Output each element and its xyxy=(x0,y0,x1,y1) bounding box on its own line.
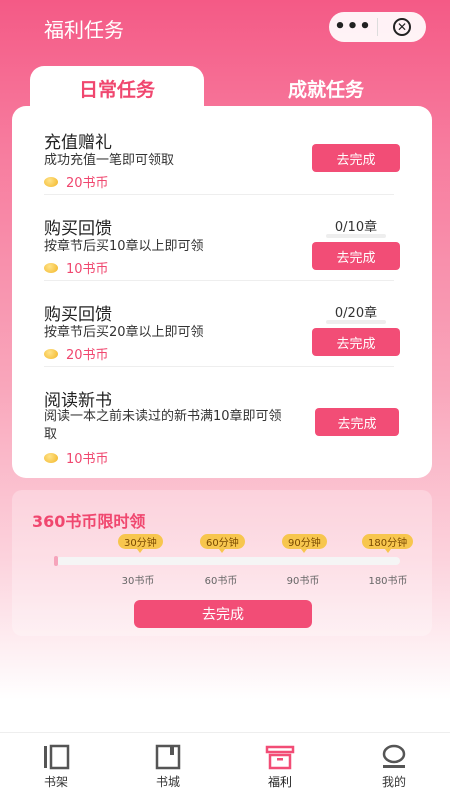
milestone-reward-label: 60书币 xyxy=(204,576,238,587)
task-title: 购买回馈 xyxy=(44,219,112,239)
go-complete-button[interactable]: 去完成 xyxy=(312,242,400,270)
bookstore-icon xyxy=(155,744,181,770)
tabbar-item-welfare[interactable]: 福利 xyxy=(224,733,336,800)
milestone-time-badge: 60分钟 xyxy=(200,534,245,553)
bonus-title: 360书币限时领 xyxy=(32,512,146,531)
tabbar-item-bookshelf[interactable]: 书架 xyxy=(0,733,112,800)
coin-icon xyxy=(44,176,58,187)
tabbar-item-mine[interactable]: 我的 xyxy=(338,733,450,800)
milestone-reward-label: 30书币 xyxy=(121,576,155,587)
close-circle-icon: ✕ xyxy=(393,18,411,36)
go-complete-button[interactable]: 去完成 xyxy=(312,144,400,172)
task-item: 购买回馈 按章节后买10章以上即可领 10书币 0/10章 去完成 xyxy=(44,214,400,284)
milestone-time-badge: 180分钟 xyxy=(362,534,414,553)
coin-icon xyxy=(44,348,58,359)
reading-time-bonus-panel: 360书币限时领 30分钟 60分钟 90分钟 180分钟 30书币 60书币 … xyxy=(12,490,432,636)
task-description: 按章节后买20章以上即可领 xyxy=(44,325,204,340)
milestone-reward-label: 90书币 xyxy=(286,576,320,587)
task-reward: 20书币 xyxy=(44,172,109,191)
milestone-reward-label: 180书币 xyxy=(368,576,408,587)
task-description-line2: 取 xyxy=(44,427,58,442)
bottom-tab-bar: 书架 书城 福利 我的 xyxy=(0,732,450,800)
task-item: 充值赠礼 成功充值一笔即可领取 20书币 去完成 xyxy=(44,128,400,194)
task-progress-text: 0/10章 xyxy=(334,220,378,235)
bookshelf-icon xyxy=(44,744,70,770)
coin-icon xyxy=(44,452,58,463)
coin-icon xyxy=(44,262,58,273)
reward-amount: 10书币 xyxy=(66,452,109,467)
tab-achievement-tasks[interactable]: 成就任务 xyxy=(240,66,412,110)
task-reward: 20书币 xyxy=(44,344,109,363)
tabbar-label: 书架 xyxy=(43,775,68,789)
task-progress-bar xyxy=(326,320,386,324)
task-item: 阅读新书 阅读一本之前未读过的新书满10章即可领 取 10书币 去完成 xyxy=(44,386,399,467)
bonus-progress-bar xyxy=(56,557,400,565)
go-complete-button[interactable]: 去完成 xyxy=(312,328,400,356)
reward-amount: 10书币 xyxy=(66,262,109,277)
bonus-go-complete-button[interactable]: 去完成 xyxy=(134,600,312,628)
task-progress-text: 0/20章 xyxy=(334,306,378,321)
task-reward: 10书币 xyxy=(44,448,109,467)
reward-amount: 20书币 xyxy=(66,176,109,191)
close-button[interactable]: ✕ xyxy=(378,12,426,42)
task-description: 成功充值一笔即可领取 xyxy=(44,153,175,168)
milestone-time-badge: 30分钟 xyxy=(118,534,163,553)
task-list-card: 充值赠礼 成功充值一笔即可领取 20书币 去完成 购买回馈 按章节后买10章以上… xyxy=(12,106,432,478)
mini-program-capsule: ••• ✕ xyxy=(329,12,426,42)
task-progress-bar xyxy=(326,234,386,238)
more-dots-icon: ••• xyxy=(334,16,372,37)
gift-icon xyxy=(265,745,295,770)
bonus-progress-start xyxy=(54,556,58,566)
reward-amount: 20书币 xyxy=(66,348,109,363)
tab-daily-tasks[interactable]: 日常任务 xyxy=(30,66,204,110)
divider xyxy=(44,194,394,195)
tabbar-label: 书城 xyxy=(155,775,180,789)
go-complete-button[interactable]: 去完成 xyxy=(315,408,399,436)
task-title: 购买回馈 xyxy=(44,305,112,325)
task-description-line1: 阅读一本之前未读过的新书满10章即可领 xyxy=(44,409,282,424)
tabbar-item-bookstore[interactable]: 书城 xyxy=(112,733,224,800)
profile-icon xyxy=(382,744,406,768)
tabbar-label: 我的 xyxy=(381,775,406,789)
header: 福利任务 ••• ✕ xyxy=(0,0,450,54)
divider xyxy=(44,366,394,367)
milestone-time-badge: 90分钟 xyxy=(282,534,327,553)
divider xyxy=(44,280,394,281)
page-title: 福利任务 xyxy=(44,18,124,42)
more-button[interactable]: ••• xyxy=(329,12,377,42)
task-item: 购买回馈 按章节后买20章以上即可领 20书币 0/20章 去完成 xyxy=(44,300,400,370)
task-title: 充值赠礼 xyxy=(44,133,112,153)
task-description: 按章节后买10章以上即可领 xyxy=(44,239,204,254)
task-reward: 10书币 xyxy=(44,258,109,277)
tabbar-label: 福利 xyxy=(267,775,292,789)
